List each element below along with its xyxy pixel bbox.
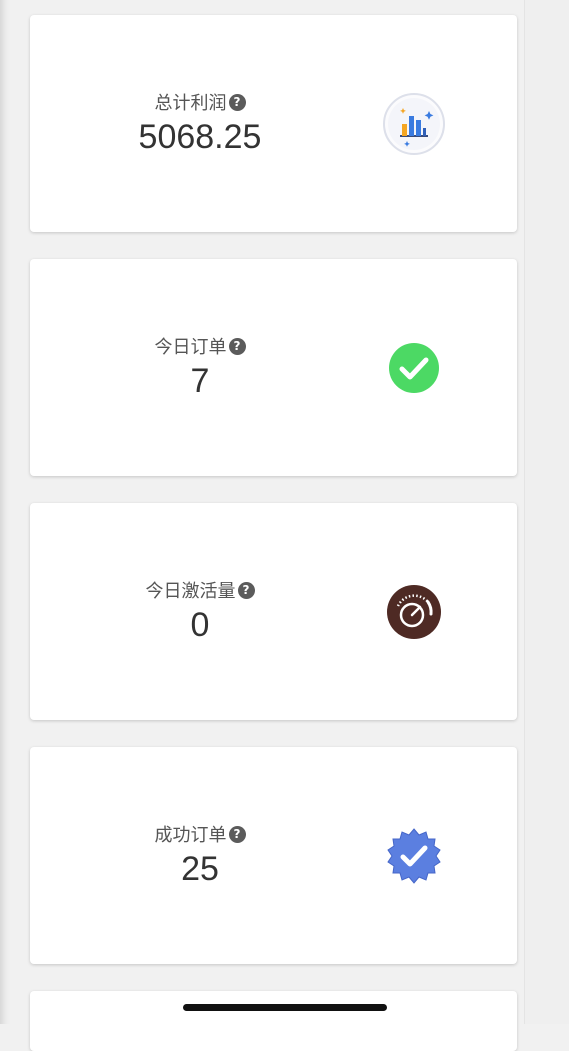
- stat-value: 0: [190, 606, 210, 644]
- stat-label-row: 总计利润 ?: [155, 89, 246, 115]
- stat-value: 5068.25: [138, 118, 262, 156]
- stat-block: 成功订单 ? 25: [100, 821, 300, 891]
- stat-card-partial[interactable]: [30, 991, 517, 1051]
- help-icon[interactable]: ?: [228, 93, 246, 111]
- stat-block: 今日订单 ? 7: [100, 333, 300, 403]
- home-indicator[interactable]: [183, 1004, 387, 1011]
- stat-card-today-orders[interactable]: 今日订单 ? 7: [30, 259, 517, 476]
- stat-card-successful-orders[interactable]: 成功订单 ? 25: [30, 747, 517, 964]
- stat-label: 今日订单: [154, 337, 227, 358]
- stat-label: 今日激活量: [145, 581, 236, 602]
- speedometer-icon: [382, 580, 446, 644]
- stat-block: 今日激活量 ? 0: [100, 577, 300, 647]
- help-icon[interactable]: ?: [237, 581, 255, 599]
- stat-label-row: 今日订单 ?: [155, 333, 246, 359]
- stat-label: 总计利润: [154, 93, 227, 114]
- help-icon[interactable]: ?: [228, 337, 246, 355]
- right-gutter: [524, 0, 569, 1024]
- left-edge: [0, 0, 10, 1024]
- check-circle-icon: [382, 336, 446, 400]
- stat-card-today-activations[interactable]: 今日激活量 ? 0: [30, 503, 517, 720]
- stat-label-row: 成功订单 ?: [155, 821, 246, 847]
- bar-chart-icon: [382, 92, 446, 156]
- stat-card-total-profit[interactable]: 总计利润 ? 5068.25: [30, 15, 517, 232]
- stat-value: 25: [181, 850, 219, 888]
- verified-badge-icon: [382, 824, 446, 888]
- stat-label-row: 今日激活量 ?: [146, 577, 255, 603]
- stat-value: 7: [190, 362, 210, 400]
- help-icon[interactable]: ?: [228, 825, 246, 843]
- stat-block: 总计利润 ? 5068.25: [100, 89, 300, 159]
- stat-label: 成功订单: [154, 825, 227, 846]
